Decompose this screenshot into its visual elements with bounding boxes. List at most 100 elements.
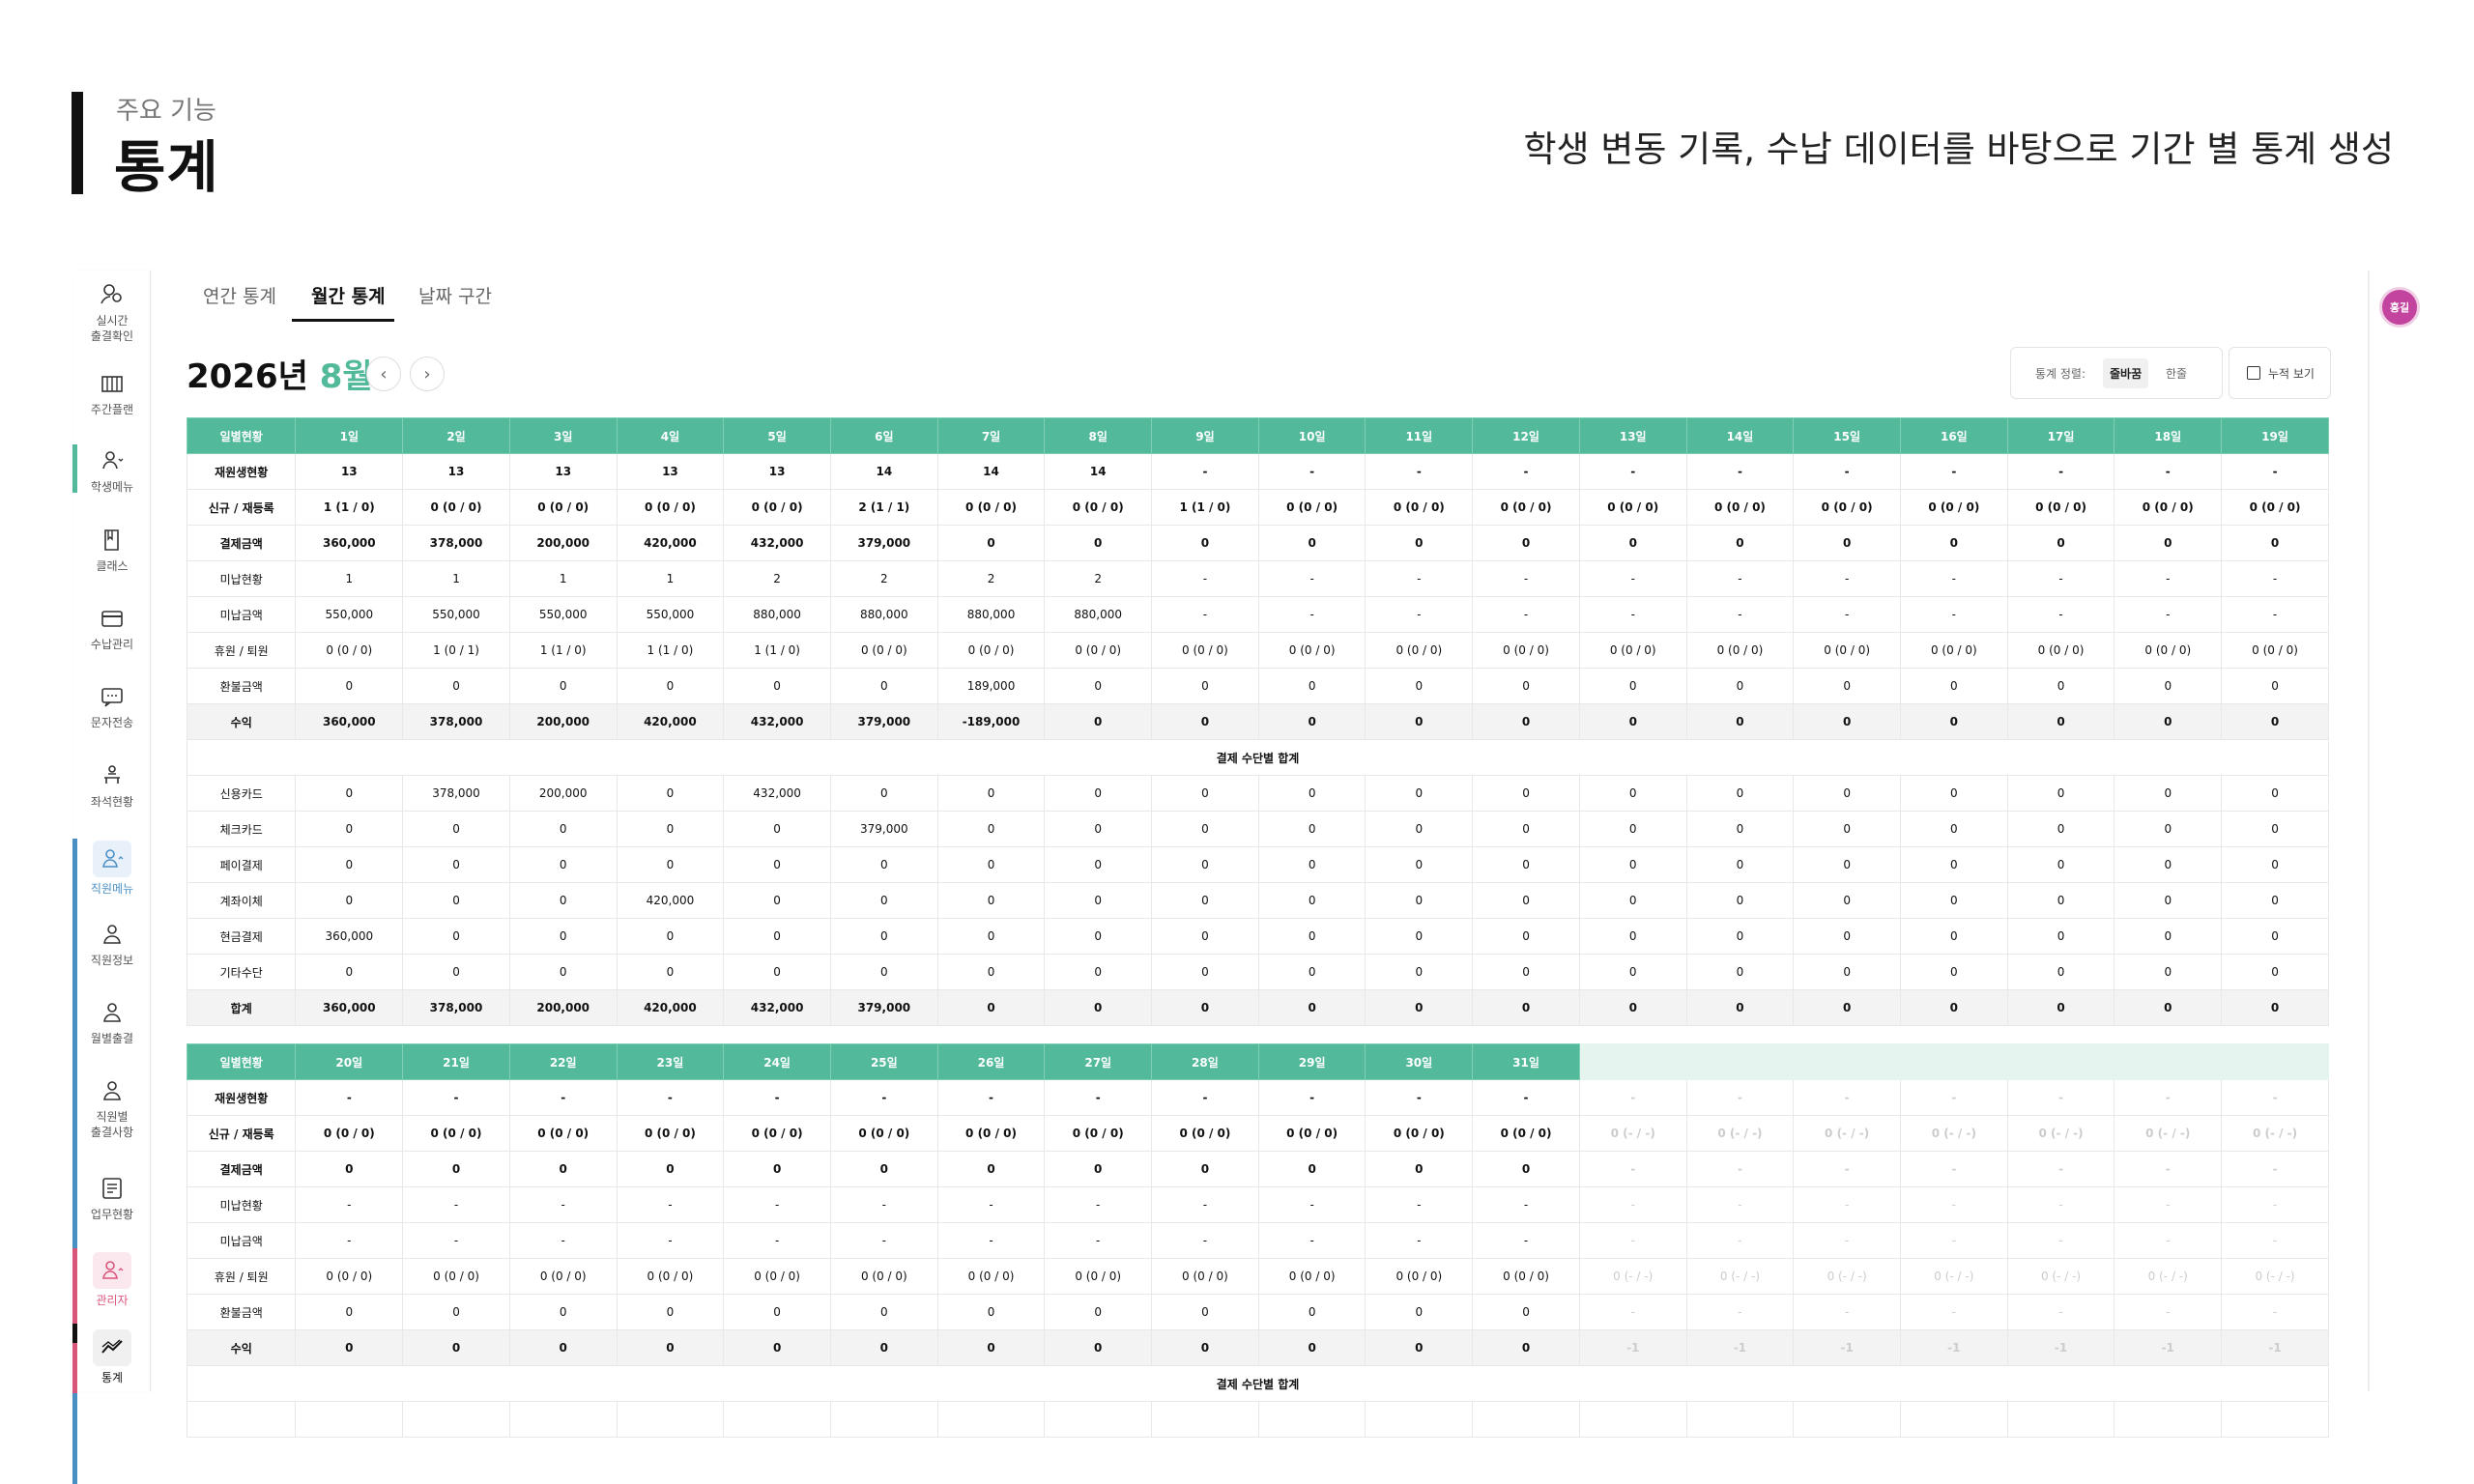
user-avatar[interactable]: 홍길: [2379, 287, 2420, 328]
cumulative-toggle[interactable]: 누적 보기: [2229, 347, 2331, 399]
row-label: 결제금액: [186, 525, 297, 561]
table-cell: 0: [2221, 989, 2329, 1026]
table-cell: 0: [1044, 775, 1153, 812]
table-header-row: 일별현황 20일 21일 22일 23일 24일 25일 26일 27일 28일 29일 30일 31일: [186, 1043, 2329, 1080]
tab-date-range[interactable]: 날짜 구간: [418, 282, 492, 308]
staff-icon: [93, 841, 131, 877]
sidebar-item-4[interactable]: 클래스: [74, 526, 150, 574]
sidebar-item-10[interactable]: 월별출결: [74, 998, 150, 1046]
table-cell: 379,000: [829, 811, 938, 847]
table-cell: 550,000: [508, 596, 618, 633]
table-cell: 0: [2006, 989, 2115, 1026]
table-cell: 0: [1151, 1329, 1259, 1366]
row-label: 수익: [186, 703, 297, 740]
table-cell: 0: [1151, 846, 1259, 883]
chart-icon: [93, 1329, 131, 1366]
row-label: 환불금액: [186, 1294, 297, 1330]
table-cell: 0: [402, 882, 510, 919]
sidebar-item-label: 학생메뉴: [90, 480, 134, 494]
sidebar-item-7[interactable]: 좌석현황: [74, 761, 150, 810]
sidebar-item-6[interactable]: 문자전송: [74, 682, 150, 730]
sidebar-item-9[interactable]: 직원정보: [74, 920, 150, 968]
sidebar-item-8[interactable]: 직원메뉴: [74, 841, 150, 897]
table-cell: 0 (- / -): [1685, 1115, 1795, 1152]
table-cell: -: [2221, 1186, 2329, 1223]
table-cell: 0 (0 / 0): [1151, 1115, 1259, 1152]
column-header-day: [2114, 1043, 2223, 1080]
sidebar-item-2[interactable]: 주간플랜: [74, 369, 150, 417]
table-cell: 0: [936, 1294, 1046, 1330]
active-item-accent: [72, 1324, 77, 1343]
person-icon: [98, 920, 127, 949]
column-header-day: 31일: [1472, 1043, 1580, 1080]
table-cell: -: [2221, 560, 2329, 597]
table-cell: -: [1578, 560, 1687, 597]
attendance-icon: [98, 280, 127, 309]
column-header-day: 10일: [1257, 417, 1366, 454]
column-header-day: 30일: [1365, 1043, 1474, 1080]
table-cell: 0: [1472, 1329, 1580, 1366]
table-cell: 0: [295, 1294, 404, 1330]
table-cell: 0 (0 / 0): [1257, 489, 1366, 526]
table-cell: 0: [1257, 882, 1366, 919]
table-cell: 0: [1365, 811, 1474, 847]
table-cell: 0 (0 / 0): [936, 1115, 1046, 1152]
sidebar-item-5[interactable]: 수납관리: [74, 604, 150, 652]
sidebar-item-1[interactable]: 실시간 출결확인: [74, 280, 150, 344]
tab-yearly[interactable]: 연간 통계: [203, 282, 276, 308]
sidebar-item-12[interactable]: 업무현황: [74, 1174, 150, 1222]
table-cell: -: [2114, 1294, 2223, 1330]
column-header-day: 12일: [1472, 417, 1580, 454]
table-cell: 360,000: [295, 525, 404, 561]
table-cell: 0 (0 / 0): [402, 1115, 510, 1152]
sidebar-item-label: 주간플랜: [90, 403, 134, 416]
table-cell: 432,000: [723, 989, 831, 1026]
row-label: [186, 1401, 297, 1438]
row-label: 현금결제: [186, 918, 297, 955]
table-cell: 0: [1044, 1294, 1153, 1330]
row-label: 휴원 / 퇴원: [186, 1258, 297, 1295]
table-cell: 0: [1257, 918, 1366, 955]
sidebar-item-13[interactable]: 관리자: [74, 1252, 150, 1308]
calendar-icon: [98, 369, 127, 398]
table-cell: 0: [402, 954, 510, 990]
table-cell: 0: [829, 1294, 938, 1330]
table-cell: -: [2221, 1294, 2329, 1330]
table-cell: 0 (- / -): [2221, 1115, 2329, 1152]
table-row: 체크카드 0 0 0 0 0 379,000 0 0 0 0 0 0 0 0 0 0 0 0 0: [186, 811, 2329, 847]
table-cell: -: [936, 1079, 1046, 1116]
table-cell: 0: [723, 811, 831, 847]
sidebar-item-11[interactable]: 직원별 출결사항: [74, 1076, 150, 1140]
table-cell: -: [1044, 1079, 1153, 1116]
table-cell: -: [508, 1186, 618, 1223]
table-cell: -: [1365, 1079, 1474, 1116]
table-cell: 0: [2006, 954, 2115, 990]
sidebar-item-14[interactable]: 통계: [74, 1329, 150, 1385]
sidebar-item-label: 직원정보: [90, 954, 134, 967]
sort-option-single-line[interactable]: 한줄: [2166, 365, 2187, 382]
tab-monthly[interactable]: 월간 통계: [311, 282, 386, 308]
table-cell: 880,000: [936, 596, 1046, 633]
table-row: 휴원 / 퇴원 0 (0 / 0) 1 (0 / 1) 1 (1 / 0) 1 (1 /…: [186, 632, 2329, 669]
table-cell: 2: [723, 560, 831, 597]
table-cell: 0: [1472, 918, 1580, 955]
table-cell: -: [295, 1222, 404, 1259]
table-cell: 0: [723, 954, 831, 990]
table-cell: 0: [2221, 882, 2329, 919]
table-cell: 550,000: [295, 596, 404, 633]
prev-month-button[interactable]: ‹: [366, 357, 401, 391]
table-cell: 0: [1578, 525, 1687, 561]
table-cell: 0: [829, 1151, 938, 1187]
cumulative-checkbox[interactable]: [2247, 366, 2260, 380]
sidebar-item-3[interactable]: 학생메뉴: [74, 446, 150, 495]
table-cell: -: [1151, 453, 1259, 490]
table-cell: 0: [295, 775, 404, 812]
active-tab-indicator: [292, 319, 394, 322]
next-month-button[interactable]: ›: [410, 357, 445, 391]
sort-option-wrap[interactable]: 줄바꿈: [2103, 358, 2149, 388]
column-header-day: 21일: [402, 1043, 510, 1080]
table-cell: 0 (0 / 0): [829, 1258, 938, 1295]
table-cell: -: [829, 1079, 938, 1116]
table-cell: 13: [295, 453, 404, 490]
table-cell: 0: [295, 1151, 404, 1187]
